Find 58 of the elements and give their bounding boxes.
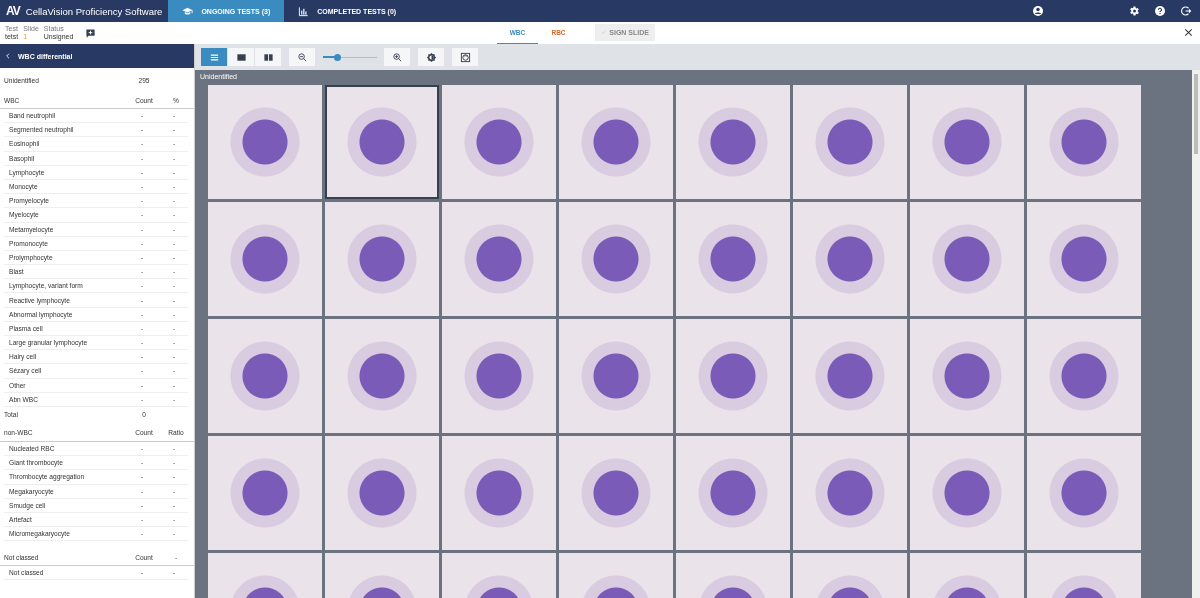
cell-photo-placeholder[interactable] [793,85,907,199]
layout-double-button[interactable] [255,48,281,66]
help-icon[interactable] [1154,5,1166,17]
cell-photo-placeholder[interactable] [208,319,322,433]
cell-photo-placeholder[interactable] [325,85,439,199]
settings-icon[interactable] [1128,5,1140,17]
close-icon[interactable] [1183,27,1194,38]
cell-photo-placeholder[interactable] [208,202,322,316]
cell-photo-placeholder[interactable] [676,319,790,433]
cell-photo-placeholder[interactable] [1027,85,1141,199]
cell-photo-placeholder[interactable] [793,436,907,550]
cell-photo-placeholder[interactable] [208,85,322,199]
cell-photo-placeholder[interactable] [442,319,556,433]
frame-button[interactable] [452,48,478,66]
back-icon[interactable] [4,52,12,60]
bar-chart-icon [298,5,310,17]
zoom-out-icon [296,51,308,63]
logo-mark: AV [6,4,20,18]
cell-photo-placeholder[interactable] [1027,202,1141,316]
cell-photo-placeholder[interactable] [208,436,322,550]
cell-photo-placeholder[interactable] [793,319,907,433]
framed-circle-icon [459,51,471,63]
cell-photo-placeholder[interactable] [559,319,673,433]
cell-photo-placeholder[interactable] [325,202,439,316]
zoom-out-button[interactable] [289,48,315,66]
cell-photo-placeholder[interactable] [442,85,556,199]
zoom-in-icon [391,51,403,63]
double-layout-icon [262,51,274,63]
cell-photo-placeholder[interactable] [325,319,439,433]
scrollbar[interactable] [1192,70,1200,598]
cell-photo-placeholder[interactable] [442,202,556,316]
zoom-in-button[interactable] [384,48,410,66]
cell-photo-placeholder[interactable] [559,202,673,316]
cell-photo-placeholder[interactable] [559,85,673,199]
zoom-slider[interactable] [323,52,377,62]
single-layout-icon [235,51,247,63]
cell-photo-placeholder[interactable] [910,319,1024,433]
cell-photo-placeholder[interactable] [910,202,1024,316]
user-icon[interactable] [1032,5,1044,17]
comment-add-icon[interactable] [85,27,97,39]
cell-photo-placeholder[interactable] [910,85,1024,199]
cell-photo-placeholder[interactable] [793,202,907,316]
cell-photo-placeholder[interactable] [442,436,556,550]
cell-photo-placeholder[interactable] [910,436,1024,550]
app-title: CellaVision Proficiency Software [25,5,163,17]
cell-photo-placeholder[interactable] [676,85,790,199]
contrast-button[interactable] [418,48,444,66]
graduation-cap-icon [182,5,194,17]
slider-thumb[interactable] [334,53,342,61]
cell-photo-placeholder[interactable] [1027,319,1141,433]
cell-photo-placeholder[interactable] [676,436,790,550]
contrast-icon [425,51,437,63]
cell-photo-placeholder[interactable] [676,202,790,316]
cell-photo-placeholder[interactable] [1027,436,1141,550]
cell-photo-placeholder[interactable] [559,436,673,550]
cell-photo-placeholder[interactable] [325,436,439,550]
logout-icon[interactable] [1180,5,1192,17]
layout-single-button[interactable] [228,48,254,66]
